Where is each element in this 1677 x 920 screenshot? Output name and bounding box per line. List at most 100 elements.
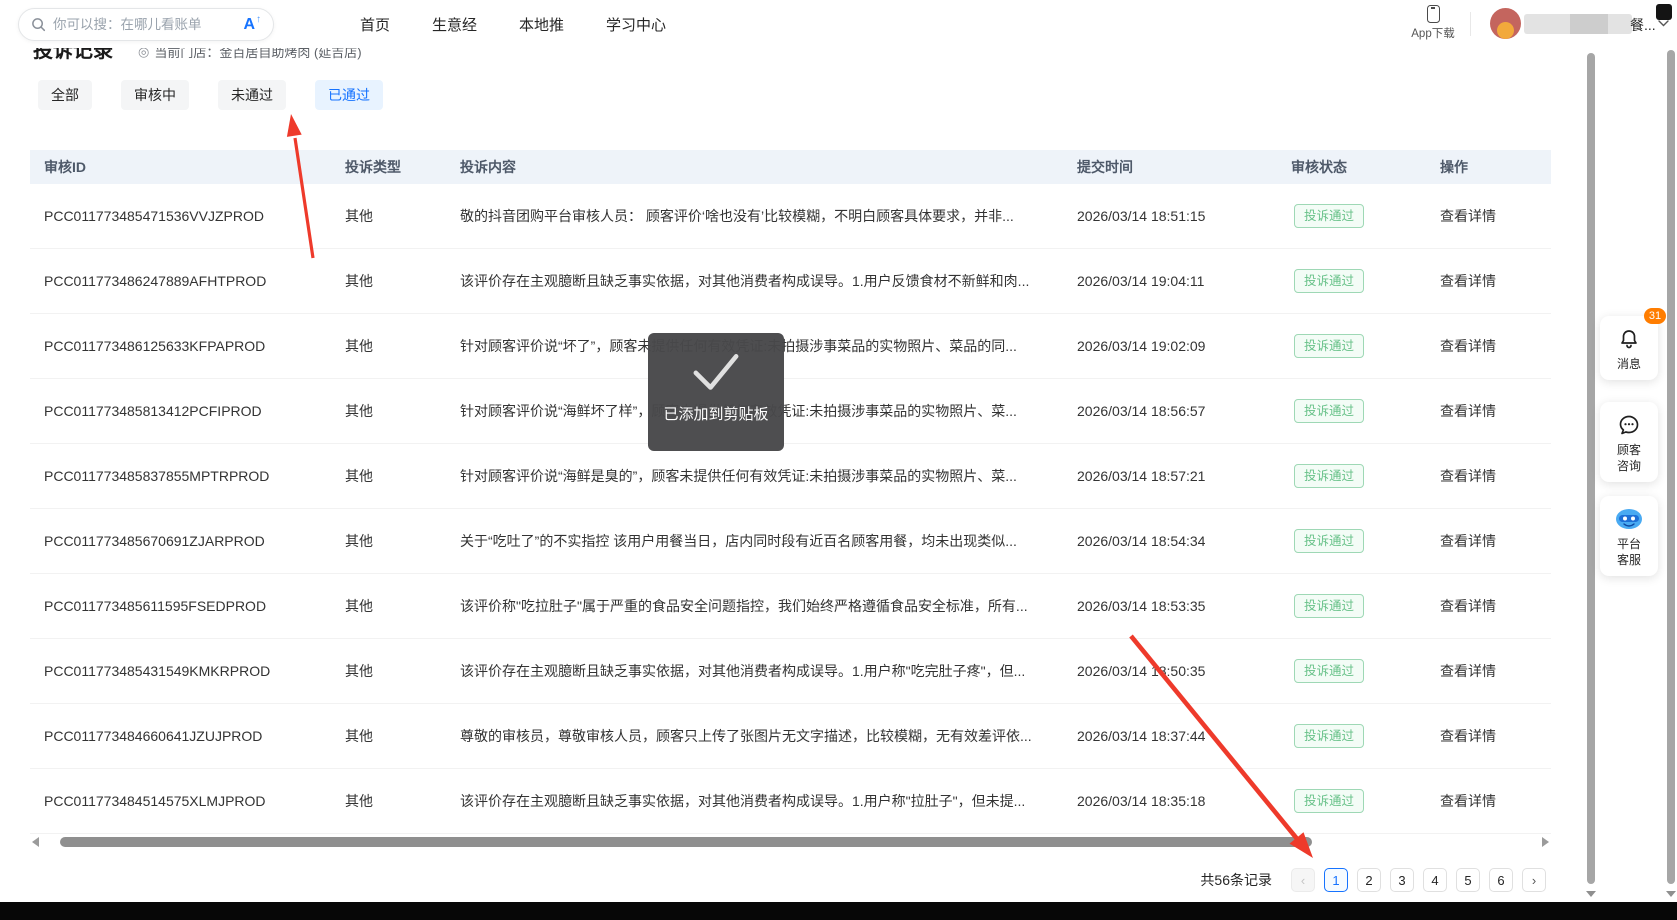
nav-learn-center[interactable]: 学习中心 — [606, 14, 666, 35]
cell-type: 其他 — [345, 598, 373, 614]
cell-audit-id: PCC011773485813412PCFIPROD — [44, 403, 262, 419]
platform-service-label: 平台客服 — [1616, 537, 1641, 567]
customer-inquiry-button[interactable]: 顾客咨询 — [1600, 402, 1658, 482]
nav-local-promo[interactable]: 本地推 — [519, 14, 564, 35]
scroll-right-icon[interactable] — [1542, 837, 1549, 847]
ai-search-icon[interactable]: A ↑ — [243, 14, 261, 33]
search-input[interactable] — [53, 17, 244, 32]
col-header-type: 投诉类型 — [345, 159, 401, 175]
cell-content: 关于“吃吐了”的不实指控 该用户用餐当日，店内同时段有近百名顾客用餐，均未出现类… — [460, 533, 1017, 549]
page-number-button[interactable]: 5 — [1456, 868, 1480, 892]
cell-audit-id: PCC011773485431549KMKRPROD — [44, 663, 271, 679]
table-row: PCC011773485611595FSEDPROD 其他 该评价称"吃拉肚子"… — [30, 574, 1551, 639]
status-badge: 投诉通过 — [1294, 724, 1365, 748]
mascot-icon — [1616, 509, 1642, 529]
view-details-link[interactable]: 查看详情 — [1440, 314, 1496, 378]
view-details-link[interactable]: 查看详情 — [1440, 184, 1496, 248]
browser-extension-icon[interactable] — [1656, 4, 1672, 20]
cell-status: 投诉通过 — [1294, 184, 1365, 228]
cell-content: 该评价存在主观臆断且缺乏事实依据，对其他消费者构成误导。1.用户称"吃完肚子疼"… — [460, 663, 1026, 679]
view-details-link[interactable]: 查看详情 — [1440, 769, 1496, 833]
table-row: PCC011773486247889AFHTPROD 其他 该评价存在主观臆断且… — [30, 249, 1551, 314]
page-number-button[interactable]: 1 — [1324, 868, 1348, 892]
chevron-down-icon[interactable] — [1658, 20, 1669, 27]
cell-type: 其他 — [345, 533, 373, 549]
customer-inquiry-label: 顾客咨询 — [1616, 443, 1641, 473]
status-badge: 投诉通过 — [1294, 789, 1365, 813]
view-details-link[interactable]: 查看详情 — [1440, 509, 1496, 573]
filter-tab[interactable]: 已通过 — [315, 80, 383, 110]
horizontal-scrollbar-thumb[interactable] — [60, 837, 1312, 847]
next-page-button[interactable]: › — [1522, 868, 1546, 892]
cell-status: 投诉通过 — [1294, 704, 1365, 748]
cell-submit-time: 2026/03/14 18:51:15 — [1077, 208, 1206, 224]
status-badge: 投诉通过 — [1294, 594, 1365, 618]
table-row: PCC011773485471536VVJZPROD 其他 敬的抖音团购平台审核… — [30, 184, 1551, 249]
page-number-button[interactable]: 2 — [1357, 868, 1381, 892]
page-number-button[interactable]: 4 — [1423, 868, 1447, 892]
toast-message: 已添加到剪贴板 — [663, 406, 769, 423]
view-details-link[interactable]: 查看详情 — [1440, 249, 1496, 313]
unread-count-badge: 31 — [1644, 308, 1666, 324]
cell-audit-id: PCC011773485837855MPTRPROD — [44, 468, 270, 484]
horizontal-scrollbar[interactable] — [30, 836, 1551, 848]
page-buttons: 1 2 3 4 5 6 — [1324, 868, 1513, 892]
cell-content: 该评价存在主观臆断且缺乏事实依据，对其他消费者构成误导。1.用户反馈食材不新鲜和… — [460, 273, 1030, 289]
nav-home[interactable]: 首页 — [360, 14, 390, 35]
view-details-link[interactable]: 查看详情 — [1440, 379, 1496, 443]
cell-type: 其他 — [345, 338, 373, 354]
messages-label: 消息 — [1616, 357, 1641, 371]
phone-icon — [1426, 5, 1440, 23]
cell-submit-time: 2026/03/14 18:50:35 — [1077, 663, 1206, 679]
col-header-action: 操作 — [1440, 159, 1468, 175]
global-search[interactable]: A↑ — [18, 8, 274, 41]
prev-page-button[interactable]: ‹ — [1291, 868, 1315, 892]
filter-tab[interactable]: 审核中 — [121, 80, 189, 110]
table-body: PCC011773485471536VVJZPROD 其他 敬的抖音团购平台审核… — [30, 184, 1551, 834]
inner-scroll-down-icon[interactable] — [1586, 891, 1596, 897]
app-download[interactable]: App下载 — [1410, 5, 1456, 41]
cell-audit-id: PCC011773484514575XLMJPROD — [44, 793, 266, 809]
page-number-button[interactable]: 3 — [1390, 868, 1414, 892]
account-name-suffix[interactable]: 餐... — [1630, 15, 1656, 35]
view-details-link[interactable]: 查看详情 — [1440, 444, 1496, 508]
cell-type: 其他 — [345, 468, 373, 484]
cell-type: 其他 — [345, 273, 373, 289]
table-row: PCC011773486125633KFPAPROD 其他 针对顾客评价说“坏了… — [30, 314, 1551, 379]
platform-service-button[interactable]: 平台客服 — [1600, 496, 1658, 576]
checkmark-icon — [693, 354, 739, 390]
cell-submit-time: 2026/03/14 18:56:57 — [1077, 403, 1206, 419]
view-details-link[interactable]: 查看详情 — [1440, 704, 1496, 768]
col-header-submit-time: 提交时间 — [1077, 159, 1133, 175]
total-records-label: 共56条记录 — [1200, 872, 1272, 888]
col-header-audit-id: 审核ID — [44, 159, 86, 175]
cell-submit-time: 2026/03/14 18:53:35 — [1077, 598, 1206, 614]
complaint-table: 审核ID 投诉类型 投诉内容 提交时间 审核状态 操作 PCC011773485… — [30, 150, 1551, 834]
table-row: PCC011773485431549KMKRPROD 其他 该评价存在主观臆断且… — [30, 639, 1551, 704]
cell-submit-time: 2026/03/14 18:54:34 — [1077, 533, 1206, 549]
filter-tab[interactable]: 全部 — [38, 80, 92, 110]
account-avatar[interactable] — [1490, 8, 1521, 39]
scroll-left-icon[interactable] — [32, 837, 39, 847]
cell-type: 其他 — [345, 728, 373, 744]
inner-vertical-scrollbar[interactable] — [1587, 53, 1595, 884]
account-name-redacted — [1524, 14, 1632, 34]
view-details-link[interactable]: 查看详情 — [1440, 574, 1496, 638]
messages-button[interactable]: 31 消息 — [1600, 308, 1666, 380]
view-details-link[interactable]: 查看详情 — [1440, 639, 1496, 703]
cell-audit-id: PCC011773485611595FSEDPROD — [44, 598, 267, 614]
nav-business[interactable]: 生意经 — [432, 14, 477, 35]
cell-type: 其他 — [345, 208, 373, 224]
bottom-black-bar — [0, 902, 1677, 920]
cell-status: 投诉通过 — [1294, 444, 1365, 488]
window-vertical-scrollbar[interactable] — [1667, 50, 1675, 884]
status-badge: 投诉通过 — [1294, 269, 1365, 293]
search-icon — [32, 18, 46, 32]
pagination: 共56条记录 ‹ 1 2 3 4 5 6 › — [1200, 868, 1546, 892]
table-row: PCC011773485837855MPTRPROD 其他 针对顾客评价说“海鲜… — [30, 444, 1551, 509]
filter-tab[interactable]: 未通过 — [218, 80, 286, 110]
cell-type: 其他 — [345, 403, 373, 419]
cell-status: 投诉通过 — [1294, 249, 1365, 293]
page-number-button[interactable]: 6 — [1489, 868, 1513, 892]
window-scroll-down-icon[interactable] — [1666, 891, 1676, 897]
